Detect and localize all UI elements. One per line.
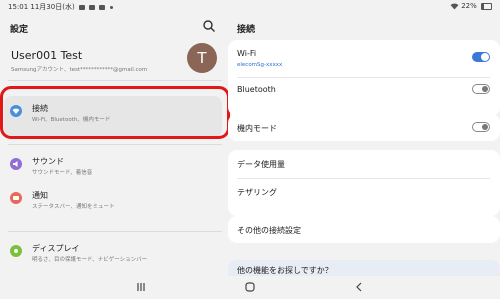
bluetooth-row[interactable]: Bluetooth (237, 84, 490, 105)
app-notification-icon (99, 4, 106, 10)
settings-menu-pane: 設定 User001 Test Samsungアカウント、test*******… (0, 14, 230, 274)
divider (8, 80, 222, 81)
menu-item-subtitle: ステータスバー、通知をミュート (32, 204, 115, 210)
gallery-notification-icon (78, 4, 85, 10)
airplane-toggle[interactable] (472, 122, 490, 132)
bluetooth-toggle[interactable] (472, 84, 490, 94)
bluetooth-label: Bluetooth (237, 85, 276, 94)
section-title: 接続 (237, 25, 256, 35)
wifi-bluetooth-card: Wi-Fi elecomSg-xxxxx Bluetooth (228, 40, 500, 116)
notification-icon (10, 192, 22, 204)
menu-item-title: サウンド (32, 157, 64, 166)
wifi-row[interactable]: Wi-Fi elecomSg-xxxxx (237, 49, 490, 71)
sound-icon (10, 158, 22, 170)
avatar[interactable]: T (187, 43, 217, 73)
profile-account: Samsungアカウント、test************@gmail.com (11, 67, 148, 73)
menu-item-subtitle: 明るさ、目の保護モード、ナビゲーションバー (32, 257, 148, 263)
profile-card[interactable]: User001 Test Samsungアカウント、test**********… (10, 43, 220, 89)
data-usage-row[interactable]: データ使用量 (237, 159, 490, 177)
highlight-annotation (0, 86, 230, 139)
menu-item-title: ディスプレイ (32, 244, 80, 253)
menu-item-display[interactable]: ディスプレイ 明るさ、目の保護モード、ナビゲーションバー (10, 242, 225, 270)
recent-apps-icon[interactable] (134, 281, 148, 293)
battery-percent: 22% (461, 2, 477, 10)
menu-item-sound[interactable]: サウンド サウンドモード、着信音 (10, 155, 225, 183)
airplane-card: 機内モード (228, 114, 500, 141)
menu-item-subtitle: サウンドモード、着信音 (32, 170, 93, 176)
wifi-network-name: elecomSg-xxxxx (237, 62, 283, 68)
menu-item-notifications[interactable]: 通知 ステータスバー、通知をミュート (10, 189, 225, 217)
back-icon[interactable] (352, 281, 366, 293)
divider (237, 77, 490, 78)
message-notification-icon (89, 4, 96, 10)
divider (8, 231, 222, 232)
more-settings-card: その他の接続設定 (228, 216, 500, 243)
tethering-label: テザリング (237, 188, 277, 197)
more-settings-label: その他の接続設定 (237, 226, 301, 235)
divider (237, 178, 490, 179)
connections-pane: 接続 Wi-Fi elecomSg-xxxxx Bluetooth 機内モード … (228, 14, 500, 280)
data-card: データ使用量 テザリング (228, 150, 500, 216)
search-icon[interactable] (202, 19, 216, 33)
airplane-label: 機内モード (237, 124, 277, 133)
status-time-date: 15:01 11月30日(水) (8, 3, 75, 11)
data-usage-label: データ使用量 (237, 160, 285, 169)
navigation-bar (0, 276, 500, 299)
tethering-row[interactable]: テザリング (237, 187, 490, 205)
home-icon[interactable] (243, 281, 257, 293)
airplane-row[interactable]: 機内モード (237, 122, 490, 137)
page-title: 設定 (10, 25, 29, 35)
battery-icon (481, 2, 492, 10)
more-settings-row[interactable]: その他の接続設定 (237, 225, 490, 239)
status-bar: 15:01 11月30日(水) 22% (0, 0, 500, 14)
menu-item-title: 通知 (32, 191, 48, 200)
display-icon (10, 245, 22, 257)
profile-name: User001 Test (11, 49, 83, 62)
wifi-signal-icon (450, 3, 459, 9)
help-label: 他の機能をお探しですか？ (237, 266, 333, 275)
divider (8, 144, 222, 145)
wifi-label: Wi-Fi (237, 49, 257, 58)
status-right: 22% (448, 2, 492, 10)
more-notifications-icon (109, 5, 113, 9)
status-left: 15:01 11月30日(水) (8, 2, 113, 12)
wifi-toggle[interactable] (472, 52, 490, 62)
